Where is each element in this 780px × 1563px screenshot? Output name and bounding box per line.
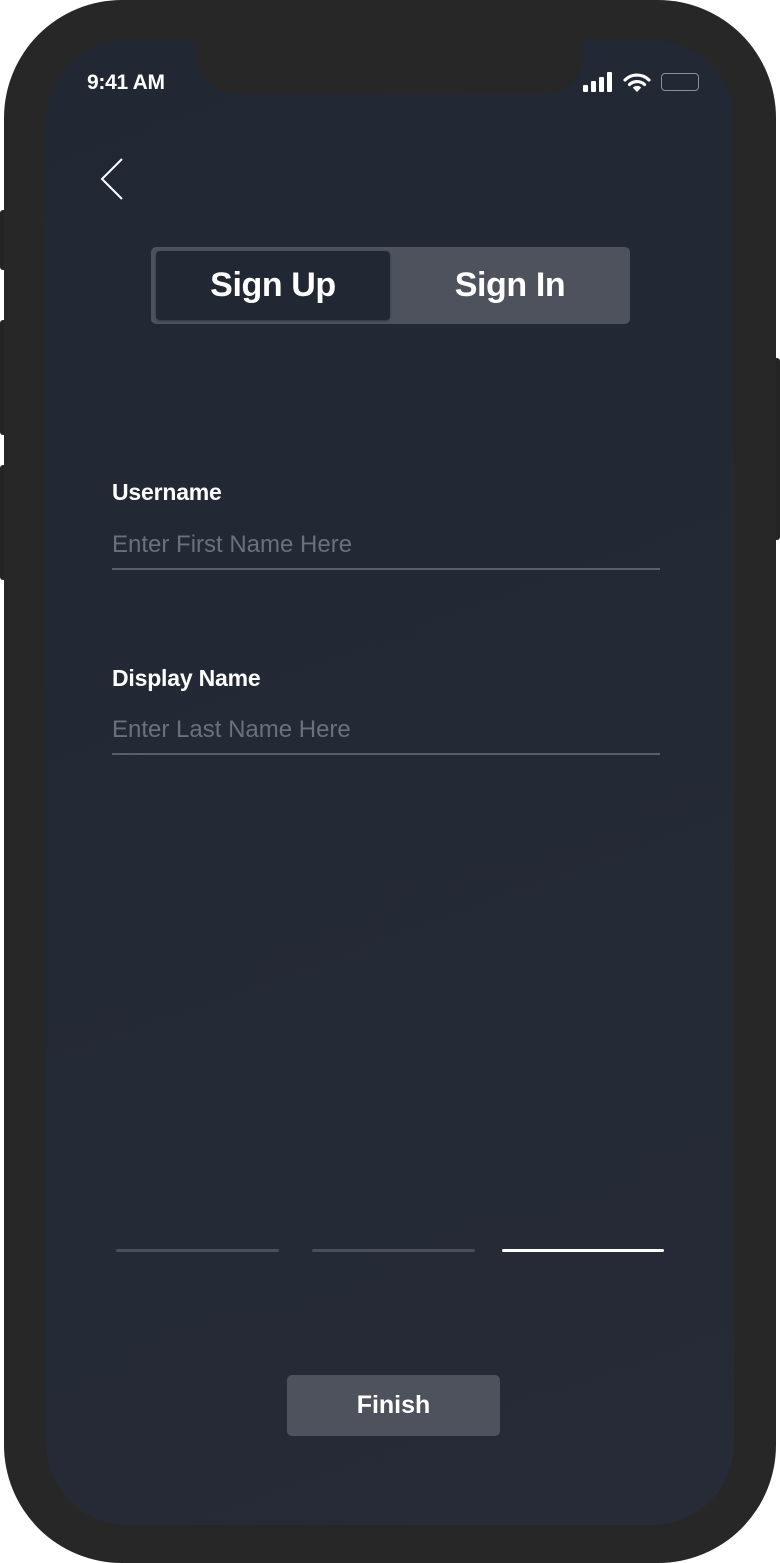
display-name-input[interactable] [112, 707, 660, 755]
device-mockup: 9:41 AM Sign Up Sign In Username Display… [0, 0, 780, 1563]
chevron-left-icon[interactable] [98, 156, 128, 202]
username-label: Username [112, 479, 222, 505]
progress-step-1 [116, 1249, 279, 1252]
wifi-icon [623, 73, 651, 92]
progress-step-2 [312, 1249, 475, 1252]
tab-sign-up[interactable]: Sign Up [156, 251, 390, 320]
status-icons [583, 72, 703, 94]
auth-mode-toggle: Sign Up Sign In [151, 247, 630, 324]
username-input[interactable] [112, 522, 660, 570]
display-name-label: Display Name [112, 665, 261, 691]
battery-icon [661, 73, 699, 91]
notch [196, 40, 584, 94]
finish-button[interactable]: Finish [287, 1375, 500, 1436]
cellular-signal-icon [583, 72, 617, 94]
tab-sign-in[interactable]: Sign In [394, 251, 626, 320]
progress-step-3 [502, 1249, 664, 1252]
status-time: 9:41 AM [87, 71, 165, 94]
